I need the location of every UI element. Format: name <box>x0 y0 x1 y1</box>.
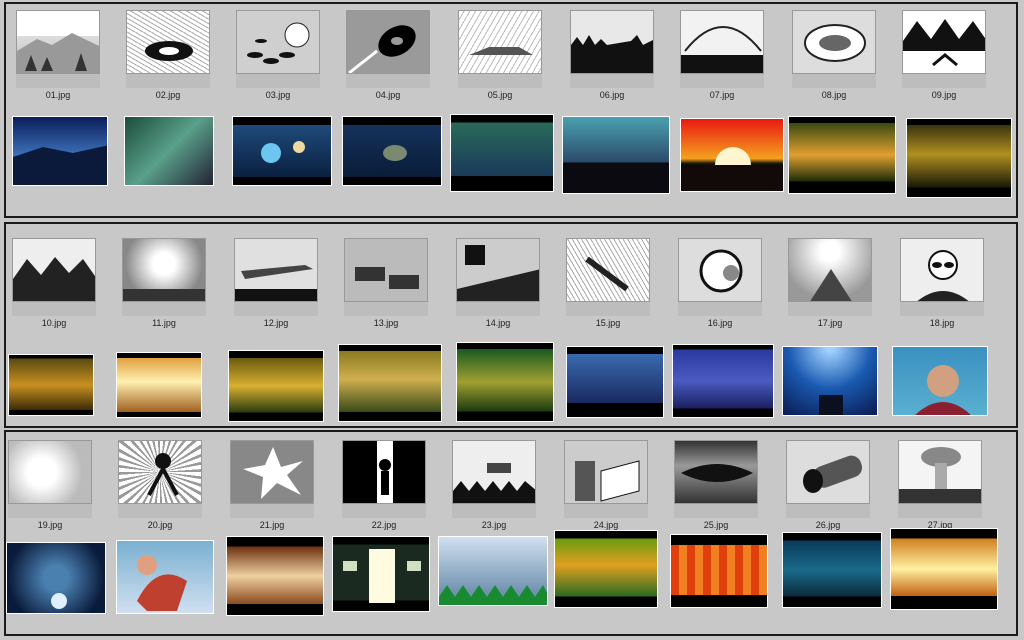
color-frame-11[interactable] <box>116 352 202 418</box>
sketch-thumbnail-21[interactable] <box>230 440 314 518</box>
sketch-caption-22: 22.jpg <box>371 520 397 530</box>
color-frame-18[interactable] <box>892 346 988 416</box>
color-frame-17[interactable] <box>782 346 878 416</box>
color-frame-01[interactable] <box>12 116 108 186</box>
color-frame-13[interactable] <box>338 344 442 422</box>
sketch-thumbnail-14[interactable] <box>456 238 540 316</box>
sketch-thumbnail-03[interactable] <box>236 10 320 88</box>
color-frame-25[interactable] <box>670 534 768 608</box>
sketch-thumbnail-25[interactable] <box>674 440 758 518</box>
color-frame-14[interactable] <box>456 342 554 422</box>
color-frame-06[interactable] <box>562 116 670 194</box>
color-frame-23[interactable] <box>438 536 548 606</box>
color-frame-03[interactable] <box>232 116 332 186</box>
sketch-caption-09: 09.jpg <box>931 90 957 100</box>
sketch-thumbnail-05[interactable] <box>458 10 542 88</box>
color-frame-20[interactable] <box>116 540 214 614</box>
sketch-thumbnail-12[interactable] <box>234 238 318 316</box>
sketch-thumbnail-22[interactable] <box>342 440 426 518</box>
storyboard-group-3: 19.jpg 20.jpg 21.jpg 22.jpg 23.jpg 24.jp… <box>4 430 1018 636</box>
sketch-caption-26: 26.jpg <box>815 520 841 530</box>
sketch-caption-15: 15.jpg <box>595 318 621 328</box>
color-frame-08[interactable] <box>788 116 896 194</box>
sketch-caption-04: 04.jpg <box>375 90 401 100</box>
sketch-caption-12: 12.jpg <box>263 318 289 328</box>
color-frame-10[interactable] <box>8 354 94 416</box>
sketch-thumbnail-07[interactable] <box>680 10 764 88</box>
sketch-thumbnail-01[interactable] <box>16 10 100 88</box>
color-frame-19[interactable] <box>6 542 106 614</box>
color-frame-04[interactable] <box>342 116 442 186</box>
sketch-thumbnail-17[interactable] <box>788 238 872 316</box>
sketch-caption-02: 02.jpg <box>155 90 181 100</box>
sketch-caption-16: 16.jpg <box>707 318 733 328</box>
sketch-caption-08: 08.jpg <box>821 90 847 100</box>
sketch-thumbnail-15[interactable] <box>566 238 650 316</box>
sketch-thumbnail-04[interactable] <box>346 10 430 88</box>
sketch-thumbnail-13[interactable] <box>344 238 428 316</box>
sketch-thumbnail-27[interactable] <box>898 440 982 518</box>
sketch-thumbnail-10[interactable] <box>12 238 96 316</box>
sketch-caption-13: 13.jpg <box>373 318 399 328</box>
sketch-caption-07: 07.jpg <box>709 90 735 100</box>
color-frame-22[interactable] <box>332 536 430 612</box>
sketch-thumbnail-11[interactable] <box>122 238 206 316</box>
sketch-caption-24: 24.jpg <box>593 520 619 530</box>
color-frame-12[interactable] <box>228 350 324 422</box>
color-frame-16[interactable] <box>672 344 774 418</box>
sketch-caption-06: 06.jpg <box>599 90 625 100</box>
sketch-caption-25: 25.jpg <box>703 520 729 530</box>
sketch-caption-19: 19.jpg <box>37 520 63 530</box>
sketch-caption-14: 14.jpg <box>485 318 511 328</box>
sketch-thumbnail-09[interactable] <box>902 10 986 88</box>
sketch-thumbnail-20[interactable] <box>118 440 202 518</box>
sketch-thumbnail-26[interactable] <box>786 440 870 518</box>
sketch-thumbnail-19[interactable] <box>8 440 92 518</box>
color-frame-27[interactable] <box>890 528 998 610</box>
sketch-thumbnail-06[interactable] <box>570 10 654 88</box>
color-frame-15[interactable] <box>566 346 664 418</box>
sketch-thumbnail-02[interactable] <box>126 10 210 88</box>
color-frame-26[interactable] <box>782 532 882 608</box>
color-frame-05[interactable] <box>450 114 554 192</box>
sketch-caption-03: 03.jpg <box>265 90 291 100</box>
sketch-caption-17: 17.jpg <box>817 318 843 328</box>
sketch-thumbnail-23[interactable] <box>452 440 536 518</box>
storyboard-group-2: 10.jpg 11.jpg 12.jpg 13.jpg 14.jpg 15.jp… <box>4 222 1018 428</box>
sketch-thumbnail-24[interactable] <box>564 440 648 518</box>
color-frame-02[interactable] <box>124 116 214 186</box>
sketch-thumbnail-16[interactable] <box>678 238 762 316</box>
storyboard-group-1: 01.jpg 02.jpg 03.jpg 04.jpg 05.jpg 06.jp… <box>4 2 1018 218</box>
sketch-caption-23: 23.jpg <box>481 520 507 530</box>
sketch-thumbnail-08[interactable] <box>792 10 876 88</box>
color-frame-21[interactable] <box>226 536 324 616</box>
sketch-caption-10: 10.jpg <box>41 318 67 328</box>
sketch-caption-18: 18.jpg <box>929 318 955 328</box>
sketch-caption-11: 11.jpg <box>152 318 176 328</box>
sketch-thumbnail-18[interactable] <box>900 238 984 316</box>
color-frame-24[interactable] <box>554 530 658 608</box>
color-frame-07[interactable] <box>680 118 784 192</box>
sketch-caption-05: 05.jpg <box>487 90 513 100</box>
sketch-caption-01: 01.jpg <box>45 90 71 100</box>
color-frame-09[interactable] <box>906 118 1012 198</box>
sketch-caption-21: 21.jpg <box>259 520 285 530</box>
sketch-caption-20: 20.jpg <box>147 520 173 530</box>
